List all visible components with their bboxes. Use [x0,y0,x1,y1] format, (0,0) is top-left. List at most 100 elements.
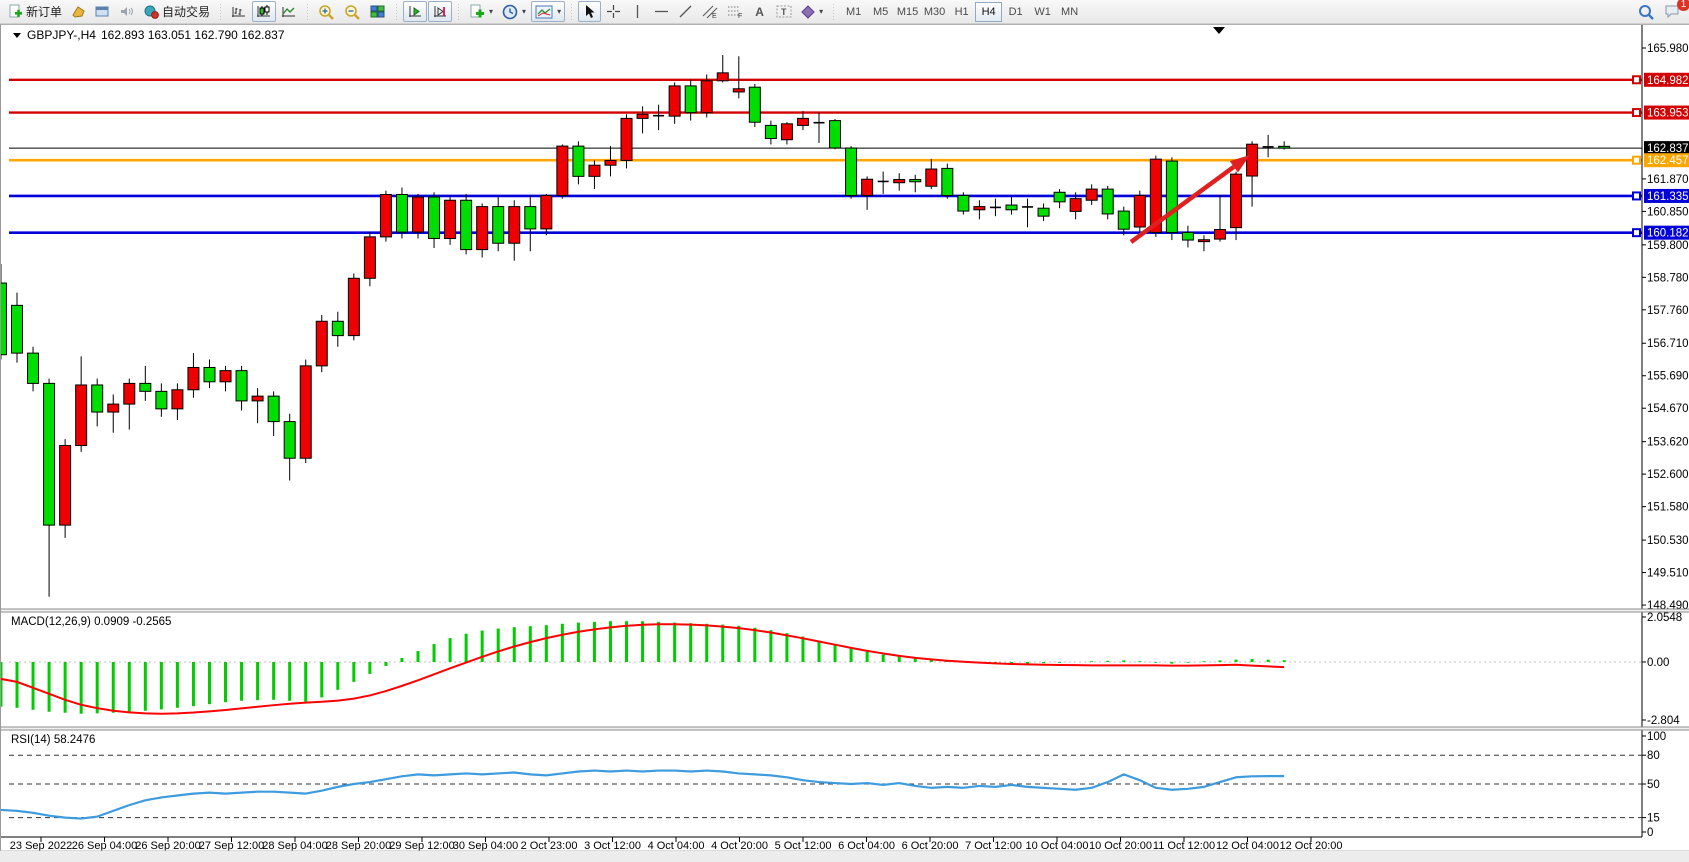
candle-bear [204,367,215,381]
equidistant-channel-tool-button[interactable]: E [698,1,722,22]
candle-bear [573,146,584,176]
line-end-marker [1633,229,1640,236]
toolbar-grip [831,4,836,20]
tile-windows-button[interactable] [366,1,390,22]
zoom-in-button[interactable] [314,1,339,22]
main-toolbar: 新订单 自动交易 ▾ ▾ ▾ E F A T ▾ M1M5M15M30H1H4D… [0,0,1689,24]
candle-bull [300,366,311,458]
time-tick-label: 12 Oct 20:00 [1280,840,1343,851]
candlestick-mode-button[interactable] [252,1,276,22]
periods-button[interactable]: ▾ [498,1,530,22]
time-tick-label: 4 Oct 20:00 [711,840,768,851]
shapes-tool-button[interactable]: ▾ [797,1,827,22]
price-tick-label: 165.980 [1647,43,1689,55]
data-window-button[interactable] [91,1,114,22]
candle-bull [220,371,231,382]
candle-bull [701,81,712,113]
candle-bear [910,180,921,182]
timeframe-button-d1[interactable]: D1 [1002,2,1029,22]
candle-bull [974,207,985,210]
timeframe-button-h1[interactable]: H1 [948,2,975,22]
timeframe-button-mn[interactable]: MN [1056,2,1083,22]
candle-bull [797,118,808,125]
time-tick-label: 26 Sep 20:00 [135,840,200,851]
timeframe-button-w1[interactable]: W1 [1029,2,1056,22]
candle-bull [477,207,488,250]
timeframe-button-m5[interactable]: M5 [867,2,894,22]
dropdown-arrow-icon: ▾ [522,7,526,16]
auto-scroll-button[interactable] [403,1,427,22]
candle-bull [669,86,680,116]
text-label-tool-button[interactable]: T [772,1,796,22]
chart-canvas[interactable]: 165.980161.870160.850159.800158.780157.7… [1,25,1689,851]
fibonacci-tool-button[interactable]: F [723,1,747,22]
candle-bear [1006,205,1017,210]
time-tick-label: 5 Oct 12:00 [775,840,832,851]
candle-bear [284,422,295,459]
candle-bull [621,118,632,160]
candle-bull [541,195,552,228]
candle-bull [1215,230,1226,240]
chart-shift-icon [432,4,448,19]
rsi-scale-label: 0 [1647,827,1653,839]
new-order-label: 新订单 [26,3,62,20]
text-tool-button[interactable]: A [748,1,771,22]
sound-button[interactable] [115,1,138,22]
toolbar-grip [394,4,399,20]
candle-bull [188,367,199,389]
candle-bull [1070,199,1081,212]
candle-bear [461,200,472,249]
candle-bull [1198,240,1209,242]
bar-chart-mode-button[interactable] [227,1,251,22]
macd-scale-label: 0.00 [1647,657,1669,669]
candle-bull [1247,144,1258,176]
text-icon: A [755,5,764,19]
candle-bear [1038,208,1049,216]
candle-bear [268,396,279,421]
price-badge-label: 162.457 [1647,155,1689,167]
new-chart-button[interactable]: ▾ [465,1,497,22]
candle-doji [653,115,664,117]
auto-trading-button[interactable]: 自动交易 [139,1,214,22]
candle-bull [637,114,648,118]
time-tick-label: 27 Sep 12:00 [199,840,264,851]
timeframe-button-h4[interactable]: H4 [975,2,1002,22]
chart-shift-button[interactable] [428,1,452,22]
new-order-button[interactable]: 新订单 [4,1,66,22]
trendline-tool-button[interactable] [674,1,697,22]
price-badge-label: 164.982 [1647,75,1689,87]
timeframe-button-m1[interactable]: M1 [840,2,867,22]
horizontal-line-tool-button[interactable] [650,1,673,22]
zoom-out-icon [344,4,361,20]
line-chart-mode-button[interactable] [277,1,301,22]
crosshair-tool-button[interactable] [602,1,625,22]
market-watch-icon [71,5,86,18]
candle-bull [60,445,71,525]
notifications-button[interactable]: 1 [1660,1,1685,22]
auto-scroll-icon [407,4,423,19]
candle-bear [942,168,953,195]
candle-bear [28,353,39,383]
timeframe-button-m15[interactable]: M15 [894,2,921,22]
cursor-tool-button[interactable] [578,1,601,22]
time-tick-label: 10 Oct 04:00 [1026,840,1089,851]
market-watch-button[interactable] [67,1,90,22]
vertical-line-tool-button[interactable] [626,1,649,22]
dropdown-arrow-icon: ▾ [489,7,493,16]
chart-window[interactable]: 165.980161.870160.850159.800158.780157.7… [0,24,1689,850]
time-tick-label: 6 Oct 04:00 [838,840,895,851]
candle-bear [830,121,841,148]
candle-bull [124,383,135,404]
candle-bear [765,125,776,138]
line-end-marker [1633,109,1640,116]
search-button[interactable] [1634,1,1659,22]
timeframe-button-m30[interactable]: M30 [921,2,948,22]
template-icon [535,5,553,19]
time-tick-label: 4 Oct 04:00 [648,840,705,851]
price-badge-label: 163.953 [1647,108,1689,120]
candle-bear [1279,146,1290,148]
templates-button[interactable]: ▾ [531,1,565,22]
candle-bear [1102,189,1113,214]
candle-bear [846,148,857,195]
zoom-out-button[interactable] [340,1,365,22]
